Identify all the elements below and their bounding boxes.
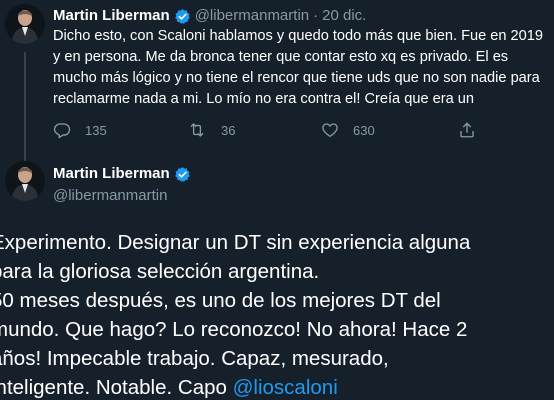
tweet-text-line: mucho más lógico y no tiene el rencor qu… <box>53 70 540 86</box>
tweet1-body: Dicho esto, con Scaloni hablamos y quedo… <box>53 26 553 110</box>
tweet-text-line: reclamarme nada a mi. Lo mío no era cont… <box>53 91 475 107</box>
like-button[interactable]: 630 <box>321 119 375 141</box>
reply-icon <box>53 123 71 139</box>
share-button[interactable] <box>458 119 490 141</box>
author-handle[interactable]: @libermanmartin <box>195 6 309 26</box>
retweet-count: 36 <box>221 122 236 138</box>
tweet1-action-bar: 135 36 630 <box>53 119 554 141</box>
tweet-text-line: inteligente. Notable. Capo @lioscaloni <box>0 373 554 400</box>
tweet-text-line: y en persona. Me da bronca tener que con… <box>53 49 509 65</box>
verified-badge-icon <box>174 166 191 183</box>
author-name[interactable]: Martin Liberman <box>53 6 170 26</box>
avatar[interactable] <box>5 4 45 44</box>
tweet-text-line: años! Impecable trabajo. Capaz, mesurado… <box>0 347 389 370</box>
thread-connector-line <box>24 52 26 162</box>
mention-link[interactable]: @lioscaloni <box>233 376 338 399</box>
separator-dot: · <box>313 7 319 24</box>
tweet-text-line: 50 meses después, es uno de los mejores … <box>0 289 441 312</box>
tweet1-header: Martin Liberman @libermanmartin · 20 dic… <box>53 6 366 26</box>
tweet-text-line: mundo. Que hago? Lo reconozco! No ahora!… <box>0 318 468 341</box>
author-name[interactable]: Martin Liberman <box>53 164 170 184</box>
share-icon <box>460 122 474 138</box>
reply-button[interactable]: 135 <box>53 119 107 141</box>
tweet-text-line: para la gloriosa selección argentina. <box>0 260 320 283</box>
tweet2-header: Martin Liberman @libermanmartin <box>53 164 195 206</box>
tweet-text-fragment: inteligente. Notable. Capo <box>0 376 233 399</box>
tweet-date[interactable]: 20 dic. <box>322 6 366 26</box>
reply-count: 135 <box>85 122 107 138</box>
like-count: 630 <box>353 122 375 138</box>
retweet-button[interactable]: 36 <box>187 119 235 141</box>
author-handle[interactable]: @libermanmartin <box>53 186 195 206</box>
avatar[interactable] <box>5 161 45 201</box>
verified-badge-icon <box>174 8 191 25</box>
retweet-icon <box>190 123 204 137</box>
tweet-text-line: Dicho esto, con Scaloni hablamos y quedo… <box>53 28 544 44</box>
tweet2-body: Experimento. Designar un DT sin experien… <box>0 228 554 400</box>
tweet-thread: Martin Liberman @libermanmartin · 20 dic… <box>0 0 554 400</box>
heart-icon <box>322 123 338 138</box>
tweet-text-line: Experimento. Designar un DT sin experien… <box>0 231 471 254</box>
